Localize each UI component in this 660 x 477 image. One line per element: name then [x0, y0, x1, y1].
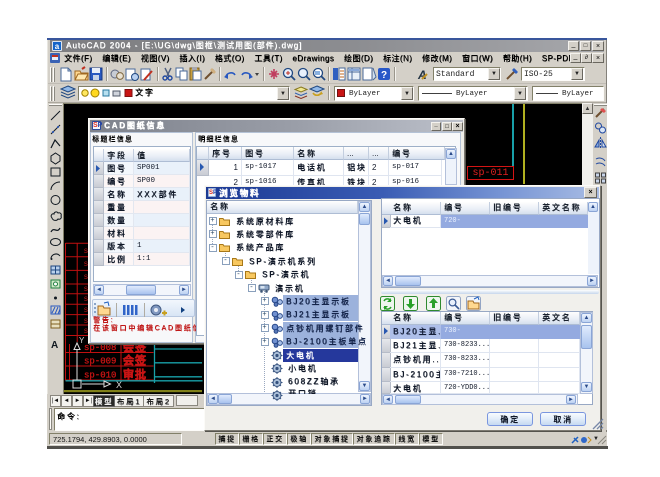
svg-text:sp-010: sp-010 [84, 371, 116, 381]
svg-text:sp-009: sp-009 [84, 357, 116, 367]
svg-text:?: ? [381, 70, 387, 81]
svg-text:审批: 审批 [123, 367, 147, 381]
svg-text:sp-008: sp-008 [84, 343, 116, 353]
svg-text:X: X [116, 380, 122, 390]
svg-text:A: A [51, 340, 58, 350]
svg-text:Y: Y [79, 336, 85, 345]
svg-text:会签: 会签 [123, 353, 147, 367]
